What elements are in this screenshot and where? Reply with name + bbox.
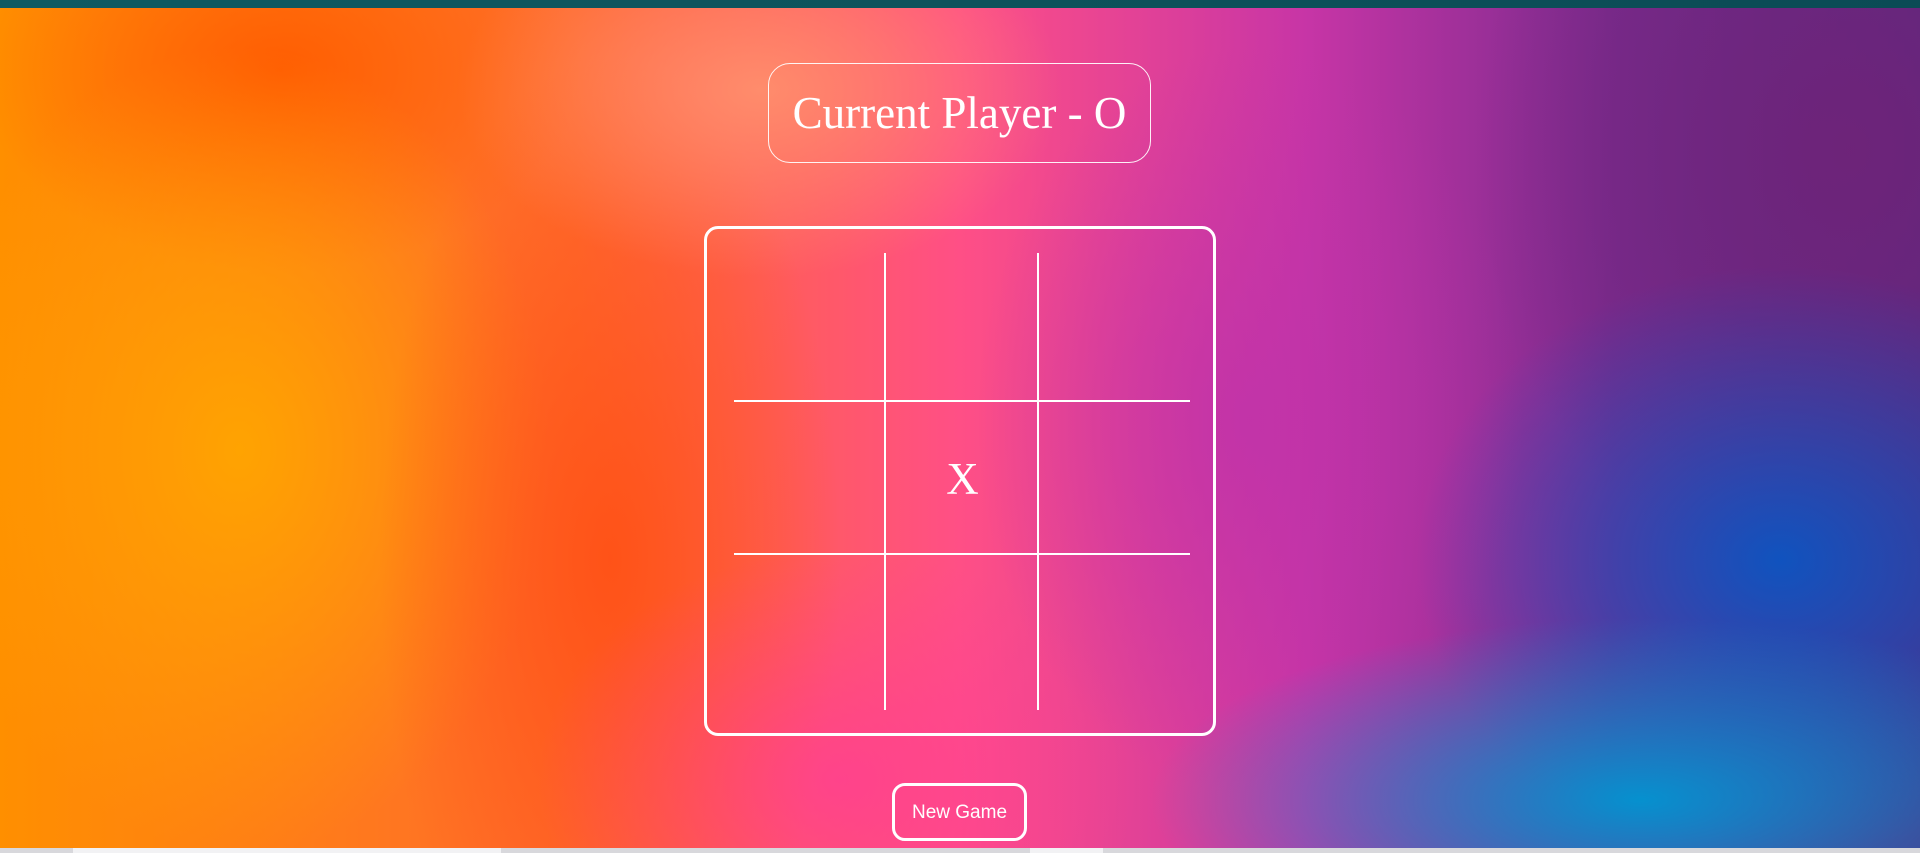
current-player-label: Current Player - O bbox=[792, 87, 1127, 138]
board-cell-3[interactable] bbox=[1039, 253, 1190, 402]
tic-tac-toe-board: X bbox=[704, 226, 1216, 736]
bottom-strip-highlight-left bbox=[73, 848, 501, 853]
board-cell-7[interactable] bbox=[734, 555, 886, 710]
new-game-button[interactable]: New Game bbox=[892, 783, 1027, 841]
bottom-strip-highlight-right bbox=[1030, 848, 1103, 853]
bottom-edge-strip bbox=[0, 848, 1920, 853]
board-cell-5[interactable]: X bbox=[886, 402, 1039, 555]
top-edge-strip bbox=[0, 0, 1920, 8]
board-grid: X bbox=[734, 253, 1190, 710]
current-player-indicator: Current Player - O bbox=[768, 63, 1151, 163]
board-cell-9[interactable] bbox=[1039, 555, 1190, 710]
board-cell-8[interactable] bbox=[886, 555, 1039, 710]
board-cell-2[interactable] bbox=[886, 253, 1039, 402]
board-cell-5-mark: X bbox=[946, 454, 979, 504]
board-cell-1[interactable] bbox=[734, 253, 886, 402]
board-cell-4[interactable] bbox=[734, 402, 886, 555]
board-cell-6[interactable] bbox=[1039, 402, 1190, 555]
